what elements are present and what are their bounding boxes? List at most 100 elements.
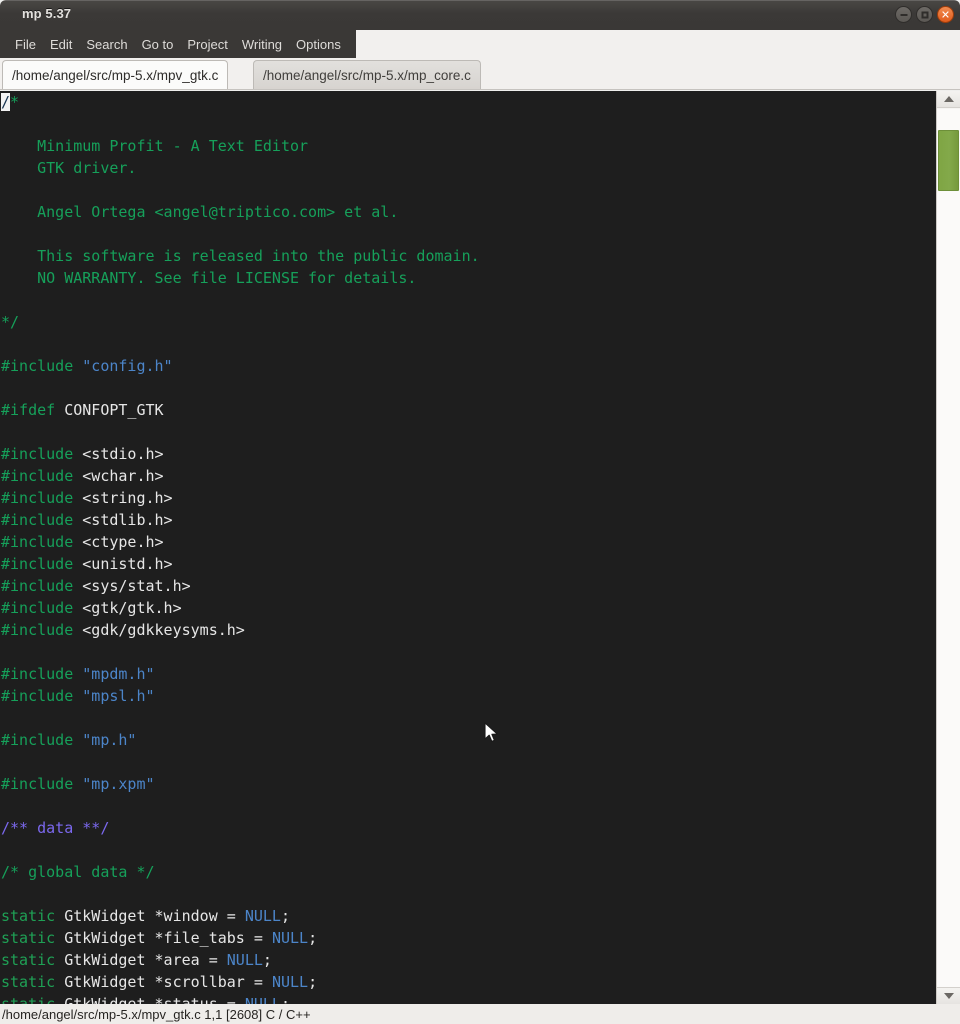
scroll-up-button[interactable]	[937, 91, 960, 108]
code-token: GtkWidget *status =	[55, 995, 245, 1004]
code-token: #include	[1, 489, 83, 507]
code-token: static	[1, 951, 56, 969]
code-token: <ctype.h>	[82, 533, 164, 551]
code-token: #include	[1, 467, 83, 485]
code-line: This software is released into the publi…	[0, 245, 480, 267]
code-line: #include "mpdm.h"	[0, 663, 480, 685]
code-token: <unistd.h>	[82, 555, 173, 573]
code-token: /* global data */	[1, 863, 155, 881]
code-token: /** data **/	[1, 819, 110, 837]
code-token: #include	[1, 357, 83, 375]
code-line: static GtkWidget *file_tabs = NULL;	[0, 927, 480, 949]
code-token: <stdio.h>	[82, 445, 164, 463]
status-bar-text: /home/angel/src/mp-5.x/mpv_gtk.c 1,1 [26…	[2, 1006, 311, 1022]
code-token: <gtk/gtk.h>	[82, 599, 182, 617]
maximize-button[interactable]	[916, 6, 933, 23]
menu-item-edit[interactable]: Edit	[43, 33, 79, 56]
code-line: Minimum Profit - A Text Editor	[0, 135, 480, 157]
menu-item-project[interactable]: Project	[180, 33, 234, 56]
maximize-icon	[921, 11, 928, 18]
menu-item-go-to[interactable]: Go to	[135, 33, 181, 56]
code-token: NULL	[271, 973, 309, 991]
code-token: #include	[1, 511, 83, 529]
code-line: #include <gdk/gdkkeysyms.h>	[0, 619, 480, 641]
code-line: static GtkWidget *status = NULL;	[0, 993, 480, 1004]
code-token: #include	[1, 445, 83, 463]
menu-bar: File Edit Search Go to Project Writing Options	[0, 30, 356, 58]
code-token: #include	[1, 555, 83, 573]
title-bar: mp 5.37 ✕	[0, 0, 960, 30]
code-token: GtkWidget *scrollbar =	[55, 973, 272, 991]
code-token: NULL	[271, 929, 309, 947]
close-button[interactable]: ✕	[937, 6, 954, 23]
code-token: GtkWidget *file_tabs =	[55, 929, 272, 947]
code-editor[interactable]: /* Minimum Profit - A Text Editor GTK dr…	[0, 91, 936, 1004]
code-token: *	[10, 93, 20, 111]
code-token: <sys/stat.h>	[82, 577, 191, 595]
code-token: static	[1, 995, 56, 1004]
scroll-down-button[interactable]	[937, 987, 960, 1004]
status-bar: /home/angel/src/mp-5.x/mpv_gtk.c 1,1 [26…	[0, 1004, 960, 1024]
menu-item-writing[interactable]: Writing	[235, 33, 289, 56]
code-line: /*	[0, 91, 480, 113]
code-token: NULL	[244, 907, 281, 925]
vertical-scrollbar[interactable]	[936, 91, 960, 1004]
code-token: #include	[1, 731, 83, 749]
code-line: static GtkWidget *area = NULL;	[0, 949, 480, 971]
code-line: #include <string.h>	[0, 487, 480, 509]
scrollbar-thumb[interactable]	[938, 130, 959, 191]
code-token: #include	[1, 775, 83, 793]
file-tab-1[interactable]: /home/angel/src/mp-5.x/mp_core.c	[253, 60, 481, 89]
code-text: /* Minimum Profit - A Text Editor GTK dr…	[0, 91, 480, 1004]
code-line: #include <stdio.h>	[0, 443, 480, 465]
code-token: static	[1, 907, 56, 925]
menu-item-options[interactable]: Options	[289, 33, 348, 56]
code-line: #include <wchar.h>	[0, 465, 480, 487]
close-icon: ✕	[940, 8, 951, 21]
code-token: static	[1, 929, 56, 947]
code-token: Minimum Profit - A Text Editor	[1, 137, 309, 155]
code-line: #include <unistd.h>	[0, 553, 480, 575]
code-token: <gdk/gdkkeysyms.h>	[82, 621, 245, 639]
file-tab-label: /home/angel/src/mp-5.x/mpv_gtk.c	[12, 67, 219, 83]
code-token: static	[1, 973, 56, 991]
code-token: #include	[1, 687, 83, 705]
code-token: CONFOPT_GTK	[64, 401, 164, 419]
code-line: #include "mp.xpm"	[0, 773, 480, 795]
code-token: ;	[280, 907, 290, 925]
tab-strip: /home/angel/src/mp-5.x/mpv_gtk.c/home/an…	[0, 58, 960, 90]
file-tab-0[interactable]: /home/angel/src/mp-5.x/mpv_gtk.c	[2, 60, 229, 89]
application-window: mp 5.37 ✕ File Edit Search Go to Project Writ…	[0, 0, 960, 1024]
code-token: #include	[1, 621, 83, 639]
code-line: #include <ctype.h>	[0, 531, 480, 553]
code-token: <string.h>	[82, 489, 173, 507]
code-token: */	[1, 313, 20, 331]
code-token: "mp.xpm"	[82, 775, 155, 793]
code-line: #include <gtk/gtk.h>	[0, 597, 480, 619]
minimize-button[interactable]	[895, 6, 912, 23]
code-token: GTK driver.	[1, 159, 137, 177]
scrollbar-track[interactable]	[937, 109, 960, 987]
code-token: "mp.h"	[82, 731, 137, 749]
code-token: #include	[1, 599, 83, 617]
code-line: static GtkWidget *scrollbar = NULL;	[0, 971, 480, 993]
code-line: /** data **/	[0, 817, 480, 839]
code-token: #include	[1, 577, 83, 595]
code-token: <wchar.h>	[82, 467, 164, 485]
code-token: Angel Ortega <angel@triptico.com> et al.	[1, 203, 399, 221]
code-token: NULL	[244, 995, 281, 1004]
code-line: #ifdef CONFOPT_GTK	[0, 399, 480, 421]
menu-item-file[interactable]: File	[8, 33, 43, 56]
code-token: ;	[308, 973, 318, 991]
menu-item-search[interactable]: Search	[79, 33, 134, 56]
code-line: #include <stdlib.h>	[0, 509, 480, 531]
